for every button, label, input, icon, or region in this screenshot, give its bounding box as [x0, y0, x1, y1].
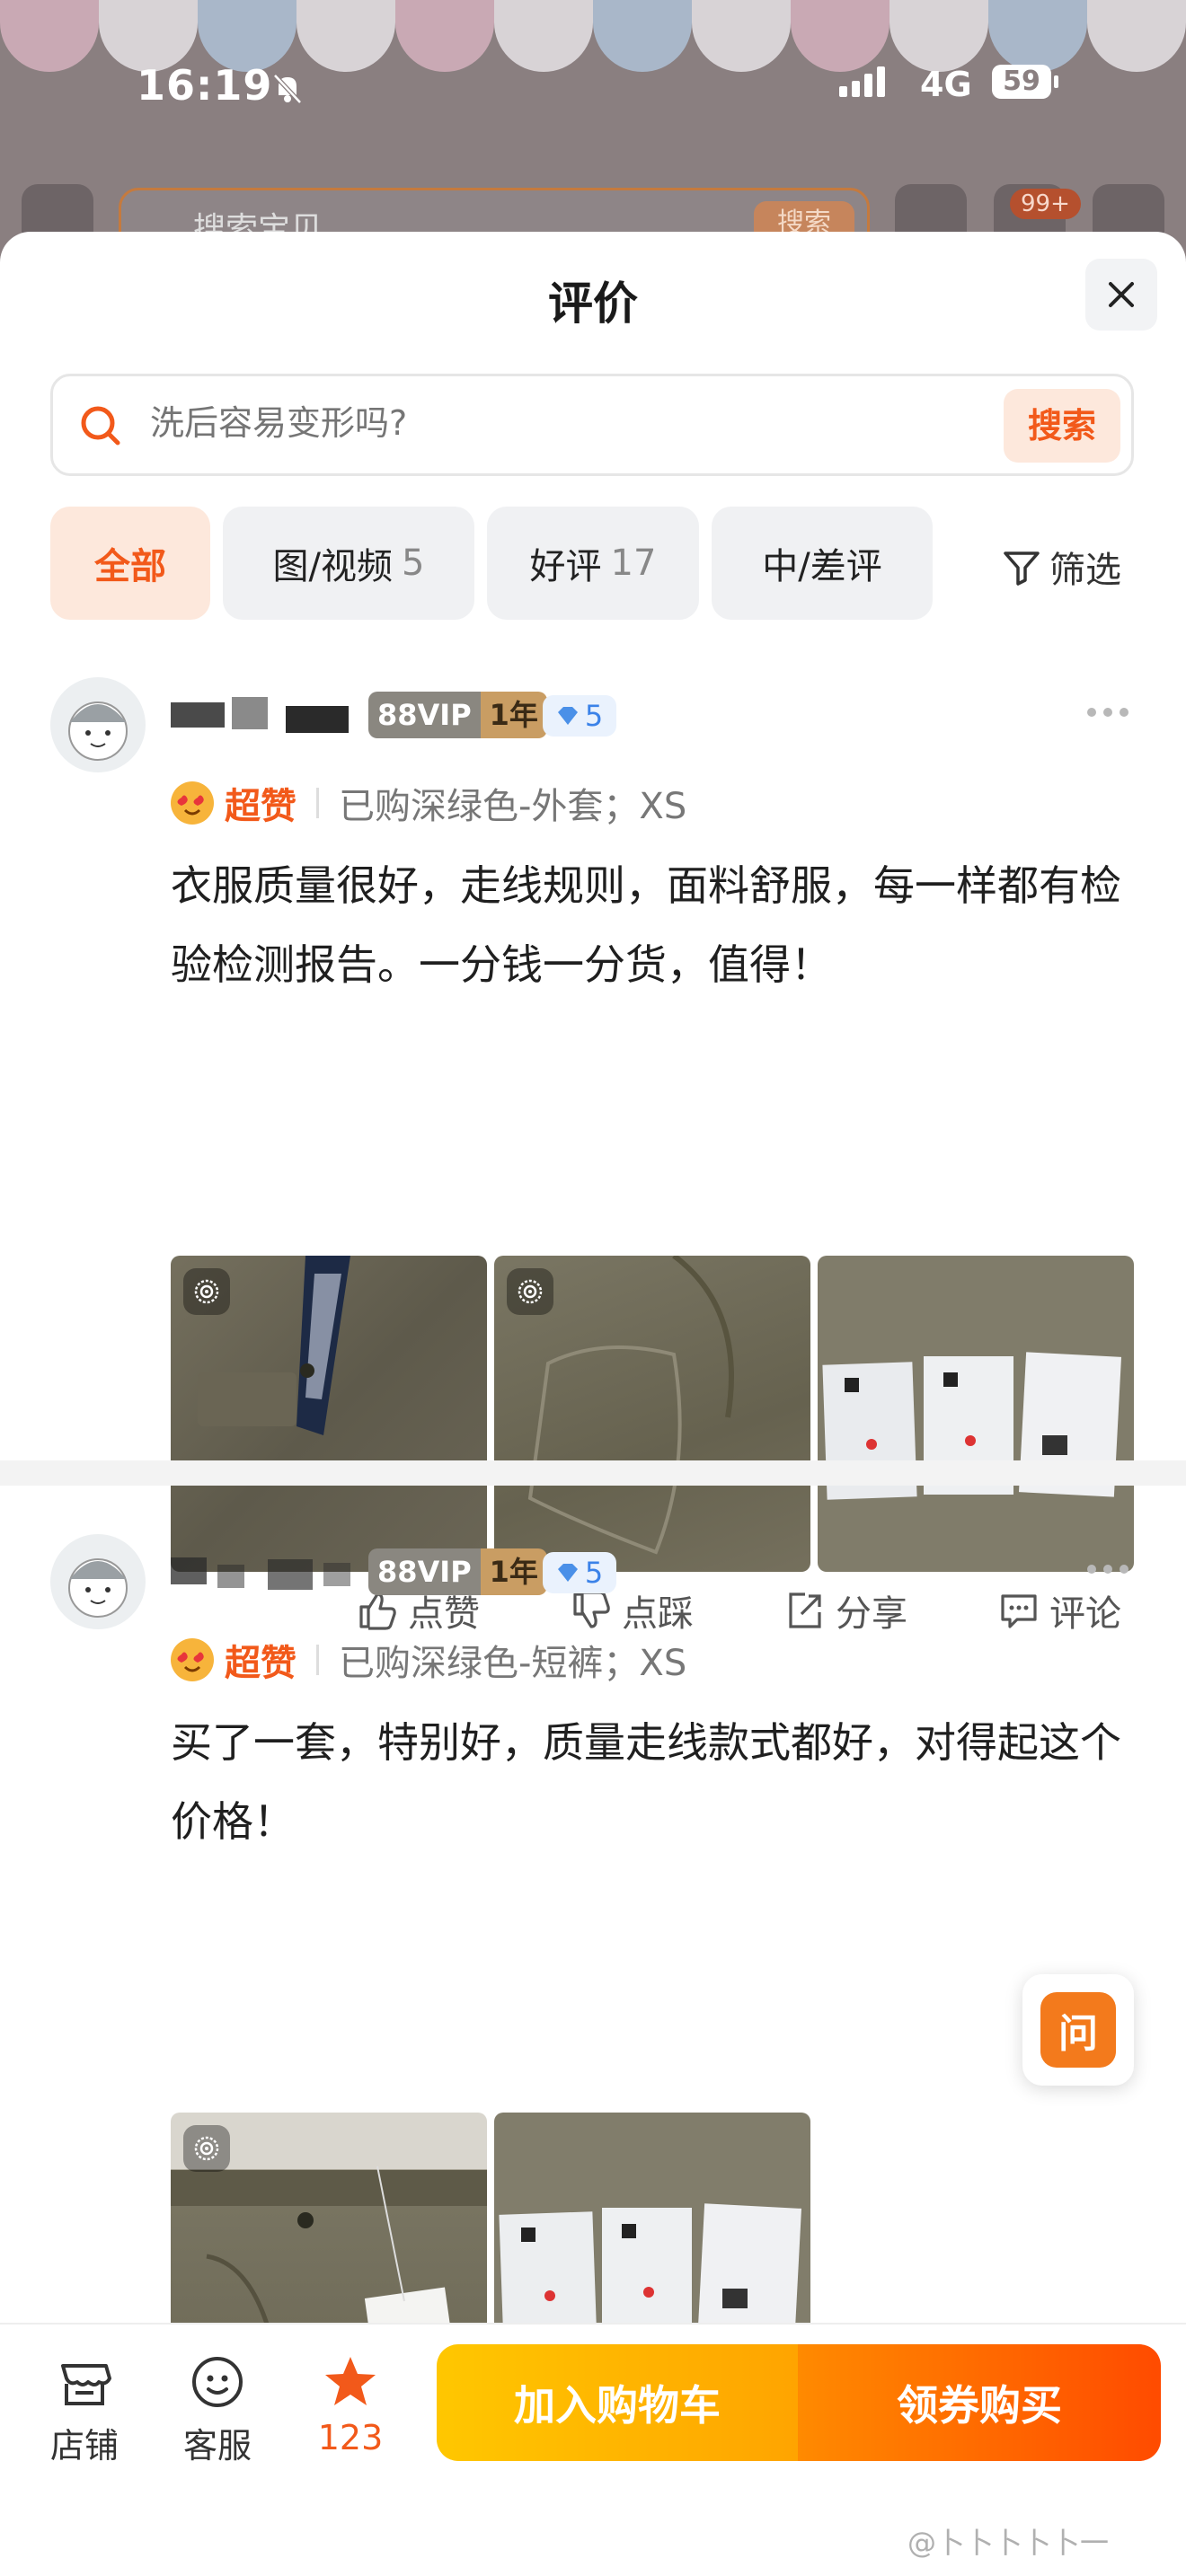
level-value: 5 — [584, 699, 604, 733]
avatar[interactable] — [50, 677, 146, 772]
buy-with-coupon-button[interactable]: 领券购买 — [798, 2344, 1161, 2461]
tab-photo-video[interactable]: 图/视频 5 — [223, 507, 474, 620]
watermark: @卜卜卜卜卜一 — [907, 2526, 1110, 2560]
vip-years: 1年 — [480, 692, 547, 738]
background-shop-header: 搜索宝贝 搜索 99+ — [0, 184, 1186, 260]
live-photo-icon — [507, 1268, 553, 1315]
diamond-icon — [557, 707, 578, 725]
tab-count: 17 — [610, 543, 657, 584]
level-value: 5 — [584, 1556, 604, 1590]
filter-tabs: 全部 图/视频 5 好评 17 中/差评 筛选 — [50, 507, 1155, 620]
praise-row: 超赞 已购深绿色-外套；XS — [171, 776, 686, 830]
review-search-input[interactable] — [150, 403, 923, 443]
review-sheet: 评价 搜索 全部 图/视频 5 好评 17 中/差评 — [0, 232, 1186, 2576]
tab-neutral-negative[interactable]: 中/差评 — [712, 507, 933, 620]
comment-label: 评论 — [1049, 1593, 1121, 1635]
purchased-sku: 已购深绿色-短裤；XS — [339, 1643, 687, 1684]
level-badge: 5 — [543, 695, 616, 737]
tab-count: 5 — [402, 543, 425, 584]
ask-question-button[interactable]: 问 — [1022, 1974, 1134, 2086]
vip-label: 88VIP — [368, 1548, 481, 1595]
status-bar: 16:19 4G 59 — [0, 54, 1186, 117]
praise-label: 超赞 — [225, 786, 296, 827]
nav-store-label: 店铺 — [49, 2426, 119, 2466]
dislike-label: 点踩 — [622, 1593, 694, 1635]
tab-label: 好评 — [529, 546, 602, 587]
sheet-title: 评价 — [548, 278, 638, 330]
tab-label: 图/视频 — [272, 546, 394, 587]
review-search-button[interactable]: 搜索 — [1004, 389, 1120, 463]
filter-label: 筛选 — [1049, 550, 1121, 591]
tab-label: 全部 — [94, 546, 166, 587]
store-icon — [61, 2364, 111, 2405]
tab-positive[interactable]: 好评 17 — [487, 507, 699, 620]
nav-store[interactable]: 店铺 — [31, 2346, 138, 2467]
vip-years: 1年 — [480, 1548, 547, 1595]
share-label: 分享 — [836, 1593, 907, 1635]
review-photo[interactable] — [818, 1256, 1134, 1572]
purchased-sku: 已购深绿色-外套；XS — [339, 786, 687, 827]
heart-eyes-icon — [171, 1638, 214, 1681]
tab-all[interactable]: 全部 — [50, 507, 210, 620]
level-badge: 5 — [543, 1552, 616, 1593]
nav-favorite[interactable]: 123 — [296, 2346, 404, 2457]
diamond-icon — [557, 1564, 578, 1582]
review-divider — [0, 1460, 1186, 1486]
username-masked — [171, 693, 359, 738]
tab-label: 中/差评 — [762, 546, 882, 587]
avatar-illustration — [68, 701, 128, 761]
thumbs-up-icon — [359, 1592, 396, 1630]
network-label: 4G — [920, 65, 972, 104]
comment-button[interactable]: 评论 — [997, 1584, 1121, 1636]
review-content: 衣服质量很好，走线规则，面料舒服，每一样都有检验检测报告。一分钱一分货，值得！ — [171, 861, 1121, 989]
avatar-illustration — [68, 1558, 128, 1618]
mute-icon — [273, 74, 302, 104]
star-icon — [325, 2357, 376, 2405]
share-icon — [789, 1592, 821, 1628]
username-masked — [171, 1550, 359, 1595]
nav-favorite-count: 123 — [317, 2418, 384, 2457]
battery-indicator: 59 — [992, 65, 1058, 99]
avatar[interactable] — [50, 1534, 146, 1629]
more-options-icon[interactable] — [1087, 699, 1141, 726]
background-page: 16:19 4G 59 搜索宝贝 搜索 99+ — [0, 0, 1186, 269]
review-photo[interactable] — [171, 1256, 487, 1572]
praise-row: 超赞 已购深绿色-短裤；XS — [171, 1633, 686, 1687]
comment-icon — [1001, 1594, 1037, 1628]
customer-service-icon — [192, 2357, 243, 2407]
status-time: 16:19 — [137, 61, 273, 110]
close-button[interactable] — [1085, 259, 1157, 331]
review-photos — [171, 1256, 1134, 1572]
live-photo-icon — [183, 2125, 230, 2172]
separator — [316, 788, 319, 818]
thumbs-down-icon — [573, 1591, 610, 1628]
share-button[interactable]: 分享 — [783, 1584, 907, 1636]
signal-icon — [839, 66, 885, 97]
filter-icon — [1004, 551, 1040, 586]
more-options-icon[interactable] — [1087, 1556, 1141, 1583]
cart-badge: 99+ — [1010, 189, 1081, 219]
review-search-box: 搜索 — [50, 374, 1134, 476]
review-content: 买了一套，特别好，质量走线款式都好，对得起这个价格！ — [171, 1718, 1121, 1846]
live-photo-icon — [183, 1268, 230, 1315]
review-photo[interactable] — [494, 1256, 810, 1572]
search-icon — [81, 406, 120, 446]
filter-button[interactable]: 筛选 — [1001, 541, 1121, 593]
close-icon — [1109, 282, 1134, 307]
vip-badge: 88VIP 1年 — [368, 1548, 547, 1595]
purchase-buttons: 加入购物车 领券购买 — [437, 2344, 1161, 2461]
add-to-cart-button[interactable]: 加入购物车 — [437, 2344, 798, 2461]
heart-eyes-icon — [171, 781, 214, 825]
vip-label: 88VIP — [368, 692, 481, 738]
separator — [316, 1645, 319, 1675]
ask-icon: 问 — [1040, 1992, 1116, 2068]
vip-badge: 88VIP 1年 — [368, 692, 547, 738]
praise-label: 超赞 — [225, 1643, 296, 1684]
nav-customer-service[interactable]: 客服 — [164, 2346, 271, 2467]
nav-customer-service-label: 客服 — [182, 2426, 252, 2466]
